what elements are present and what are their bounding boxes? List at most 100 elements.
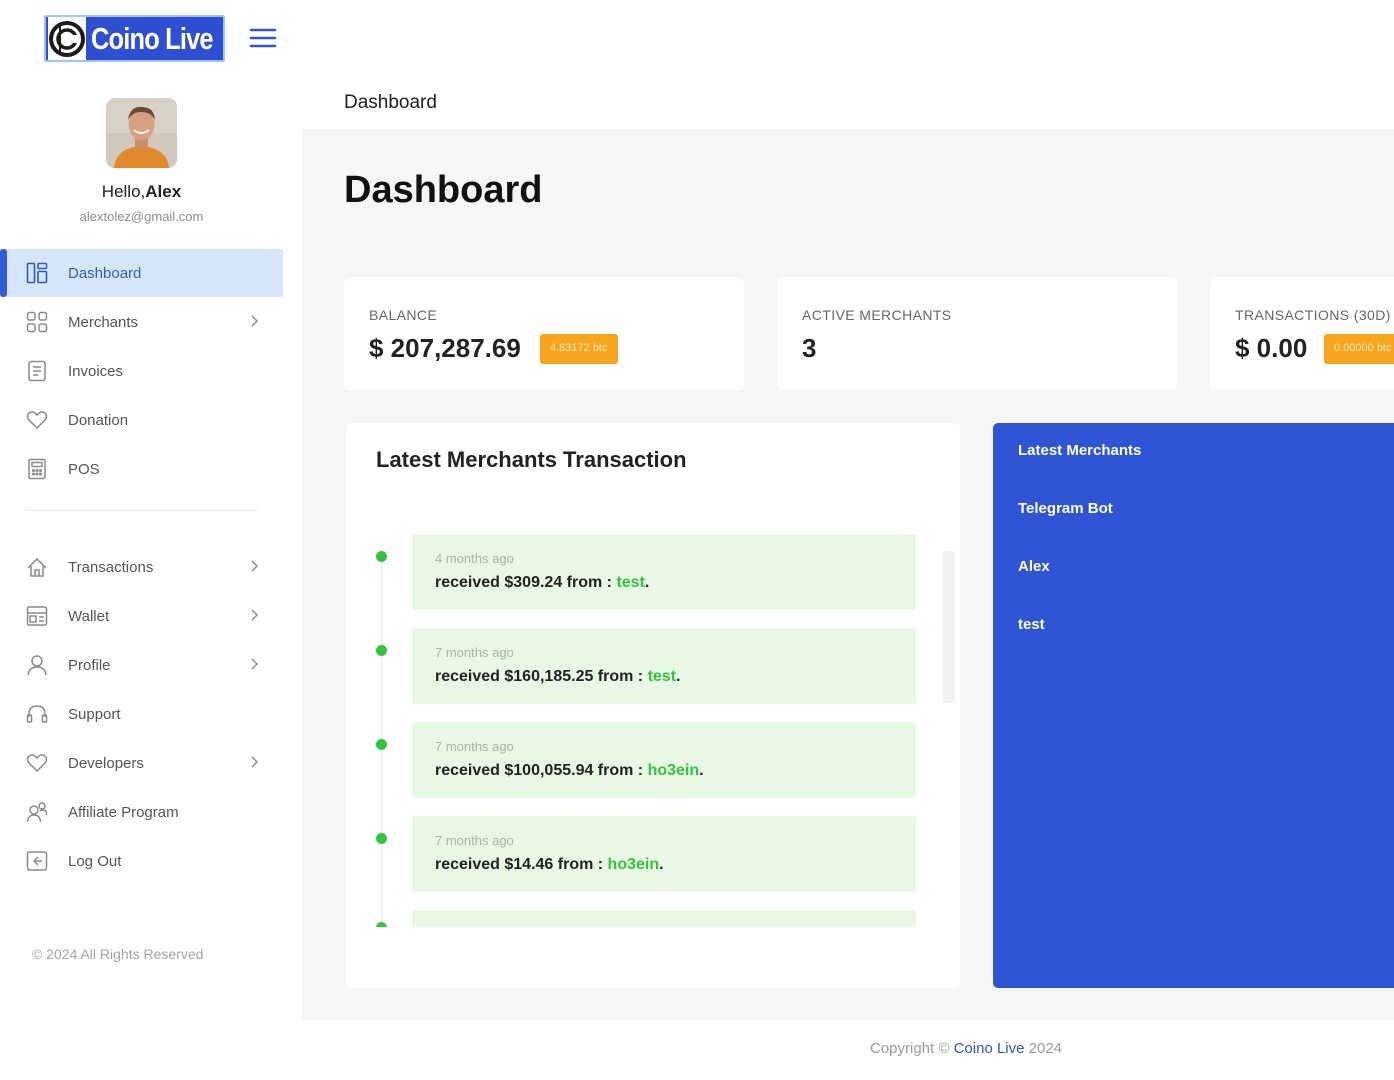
affiliate-icon — [25, 800, 49, 824]
footer-copyright: Copyright © Coino Live 2024 — [870, 1040, 1062, 1057]
transaction-source[interactable]: test — [616, 574, 644, 591]
sidebar-item-label: POS — [68, 460, 100, 478]
user-email: alextolez@gmail.com — [79, 209, 204, 224]
transaction-suffix: . — [644, 574, 650, 591]
heart-icon — [25, 408, 49, 432]
sidebar-item-donation[interactable]: Donation — [0, 396, 283, 444]
sidebar-item-profile[interactable]: Profile — [0, 641, 283, 689]
transaction-text: received $309.24 from : test. — [435, 574, 649, 592]
sidebar-item-label: Wallet — [68, 607, 110, 625]
transaction-amount-text: received $160,185.25 from : — [435, 668, 648, 685]
sidebar-item-log-out[interactable]: Log Out — [0, 837, 283, 885]
greeting-text: Hello, — [101, 182, 146, 201]
chevron-right-icon — [247, 608, 261, 622]
sidebar-nav: Dashboard Merchants Invoices Donation PO… — [0, 249, 283, 886]
transaction-text: received $160,185.25 from : test. — [435, 668, 680, 686]
footer-brand-link[interactable]: Coino Live — [954, 1040, 1025, 1057]
avatar[interactable] — [106, 98, 177, 168]
transaction-time: 7 months ago — [435, 645, 514, 660]
transaction-item[interactable]: 7 months ago received $14.46 from : ho3e… — [346, 816, 960, 892]
active-merchants-label: ACTIVE MERCHANTS — [802, 307, 952, 323]
latest-merchants-title: Latest Merchants — [1018, 442, 1142, 459]
sidebar-item-dashboard[interactable]: Dashboard — [0, 249, 283, 297]
transaction-item-clipped — [346, 910, 960, 927]
app-root: Coino Live Hello,Alex alextolez@gmail.co… — [0, 0, 1394, 1080]
transactions-btc-badge: 0.00000 btc — [1324, 334, 1394, 364]
sidebar-item-label: Support — [68, 705, 121, 723]
topbar: Dashboard — [302, 77, 1394, 131]
balance-value: $ 207,287.69 — [369, 333, 521, 363]
chevron-right-icon — [247, 657, 261, 671]
logout-icon — [25, 849, 49, 873]
transaction-source[interactable]: test — [648, 668, 676, 685]
transaction-card: 7 months ago received $14.46 from : ho3e… — [412, 816, 916, 892]
hamburger-menu-icon[interactable] — [247, 22, 279, 54]
user-name: Alex — [145, 182, 182, 201]
transaction-card: 4 months ago received $309.24 from : tes… — [412, 534, 916, 610]
active-merchants-value: 3 — [802, 333, 817, 363]
pos-icon — [25, 457, 49, 481]
sidebar-item-label: Affiliate Program — [68, 803, 179, 821]
latest-transactions-title: Latest Merchants Transaction — [376, 447, 687, 472]
sidebar: Coino Live Hello,Alex alextolez@gmail.co… — [0, 0, 300, 1080]
transaction-suffix: . — [699, 762, 704, 779]
chevron-right-icon — [247, 755, 261, 769]
latest-merchants-panel: Latest Merchants Telegram Bot Alex test — [993, 423, 1394, 988]
sidebar-item-pos[interactable]: POS — [0, 445, 283, 493]
user-icon — [25, 653, 49, 677]
transaction-amount-text: received $100,055.94 from : — [435, 762, 648, 779]
brand-logo[interactable]: Coino Live — [44, 15, 225, 62]
sidebar-item-support[interactable]: Support — [0, 690, 283, 738]
sidebar-item-label: Transactions — [68, 558, 154, 576]
latest-transactions-panel: Latest Merchants Transaction 4 months ag… — [346, 423, 960, 988]
transactions-30d-label: TRANSACTIONS (30D) — [1235, 307, 1391, 323]
copyright-rights: © 2024 All Rights Reserved — [32, 946, 204, 962]
sidebar-item-label: Profile — [68, 656, 111, 674]
sidebar-item-label: Merchants — [68, 313, 139, 331]
sidebar-item-developers[interactable]: Developers — [0, 739, 283, 787]
sidebar-item-wallet[interactable]: Wallet — [0, 592, 283, 640]
greeting: Hello,Alex — [0, 182, 283, 202]
page-title: Dashboard — [344, 169, 543, 211]
sidebar-item-invoices[interactable]: Invoices — [0, 347, 283, 395]
transactions-30d-card: TRANSACTIONS (30D) $ 0.00 0.00000 btc — [1210, 278, 1394, 390]
timeline-dot — [376, 833, 387, 844]
transaction-text: received $100,055.94 from : ho3ein. — [435, 762, 704, 780]
transaction-suffix: . — [676, 668, 681, 685]
balance-btc-badge: 4.83172 btc — [540, 334, 618, 364]
main-content: Dashboard Dashboard BALANCE $ 207,287.69… — [302, 77, 1394, 1020]
transaction-source[interactable]: ho3ein — [648, 762, 700, 779]
brand-logo-text: Coino Live — [91, 20, 214, 56]
transaction-item[interactable]: 7 months ago received $100,055.94 from :… — [346, 722, 960, 798]
transaction-amount-text: received $309.24 from : — [435, 574, 617, 591]
wallet-icon — [25, 604, 49, 628]
heart-icon — [25, 751, 49, 775]
balance-card: BALANCE $ 207,287.69 4.83172 btc — [344, 278, 744, 390]
timeline-dot — [376, 645, 387, 656]
sidebar-item-label: Invoices — [68, 362, 124, 380]
transaction-item[interactable]: 7 months ago received $160,185.25 from :… — [346, 628, 960, 704]
breadcrumb: Dashboard — [344, 92, 437, 113]
footer-prefix: Copyright © — [870, 1040, 954, 1057]
merchant-item[interactable]: Telegram Bot — [1018, 500, 1113, 517]
nav-divider — [25, 510, 258, 511]
sidebar-item-affiliate-program[interactable]: Affiliate Program — [0, 788, 283, 836]
timeline-dot — [376, 922, 387, 927]
sidebar-item-merchants[interactable]: Merchants — [0, 298, 283, 346]
transaction-amount-text: received $14.46 from : — [435, 856, 608, 873]
merchant-item[interactable]: Alex — [1018, 558, 1050, 575]
transaction-card: 7 months ago received $160,185.25 from :… — [412, 628, 916, 704]
merchant-item[interactable]: test — [1018, 616, 1045, 633]
grid-icon — [25, 310, 49, 334]
coin-logo-icon — [48, 17, 86, 60]
chevron-right-icon — [247, 559, 261, 573]
transaction-time: 7 months ago — [435, 833, 514, 848]
transaction-item[interactable]: 4 months ago received $309.24 from : tes… — [346, 534, 960, 610]
transactions-icon — [25, 555, 49, 579]
sidebar-item-label: Donation — [68, 411, 129, 429]
balance-label: BALANCE — [369, 307, 438, 323]
dashboard-icon — [25, 261, 49, 285]
transaction-time: 7 months ago — [435, 739, 514, 754]
transaction-source[interactable]: ho3ein — [608, 856, 660, 873]
sidebar-item-transactions[interactable]: Transactions — [0, 543, 283, 591]
